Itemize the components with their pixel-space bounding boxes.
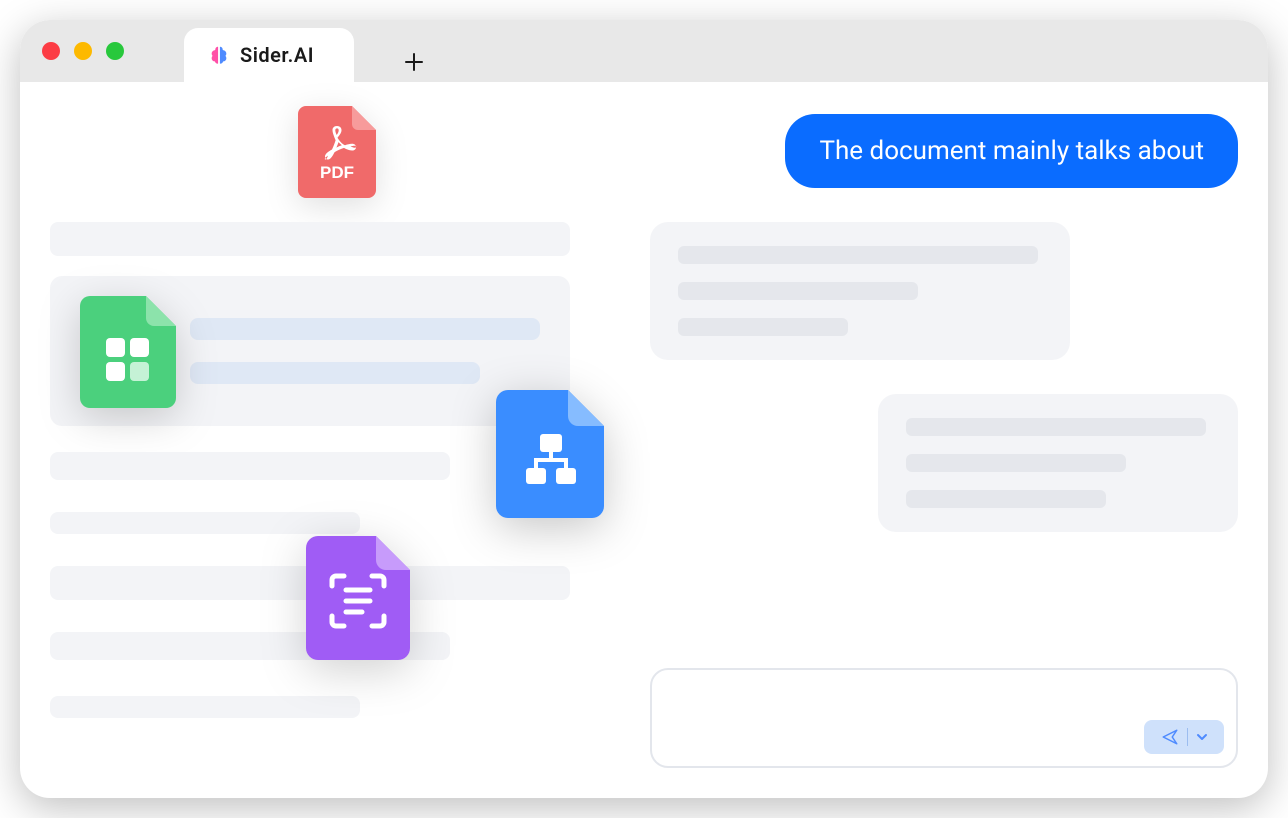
minimize-window-button[interactable]: [74, 42, 92, 60]
ai-response-bubble: [650, 222, 1070, 360]
response-line: [678, 246, 1038, 264]
new-tab-button[interactable]: [394, 42, 434, 82]
doc-line: [50, 696, 360, 718]
brain-icon: [208, 44, 230, 66]
response-line: [678, 318, 848, 336]
doc-line: [190, 318, 540, 340]
response-line: [906, 454, 1126, 472]
app-window: Sider.AI PDF: [20, 20, 1268, 798]
plus-icon: [404, 52, 424, 72]
doc-line: [50, 222, 570, 256]
doc-line: [190, 362, 480, 384]
doc-line: [50, 452, 450, 480]
chevron-down-icon: [1196, 731, 1208, 743]
user-message-text: The document mainly talks about: [819, 136, 1204, 166]
pdf-label: PDF: [320, 163, 354, 182]
divider: [1187, 728, 1188, 746]
content-area: PDF: [20, 82, 1268, 798]
tab-title: Sider.AI: [240, 43, 314, 67]
spreadsheet-file-icon: [80, 296, 176, 412]
response-line: [906, 490, 1106, 508]
maximize-window-button[interactable]: [106, 42, 124, 60]
scan-file-icon: [306, 536, 410, 664]
document-preview-pane: PDF: [50, 106, 610, 768]
traffic-lights: [42, 42, 124, 60]
close-window-button[interactable]: [42, 42, 60, 60]
chat-pane: The document mainly talks about: [650, 106, 1238, 768]
doc-line: [50, 512, 360, 534]
titlebar: Sider.AI: [20, 20, 1268, 82]
ai-response-bubble: [878, 394, 1238, 532]
tab-bar: Sider.AI: [184, 20, 434, 82]
response-line: [678, 282, 918, 300]
chat-input[interactable]: [650, 668, 1238, 768]
user-message-bubble: The document mainly talks about: [785, 114, 1238, 188]
response-line: [906, 418, 1206, 436]
pdf-file-icon: PDF: [298, 106, 376, 202]
send-icon: [1161, 728, 1179, 746]
send-button[interactable]: [1144, 720, 1224, 754]
tab-sider-ai[interactable]: Sider.AI: [184, 28, 354, 82]
flowchart-file-icon: [496, 390, 604, 522]
